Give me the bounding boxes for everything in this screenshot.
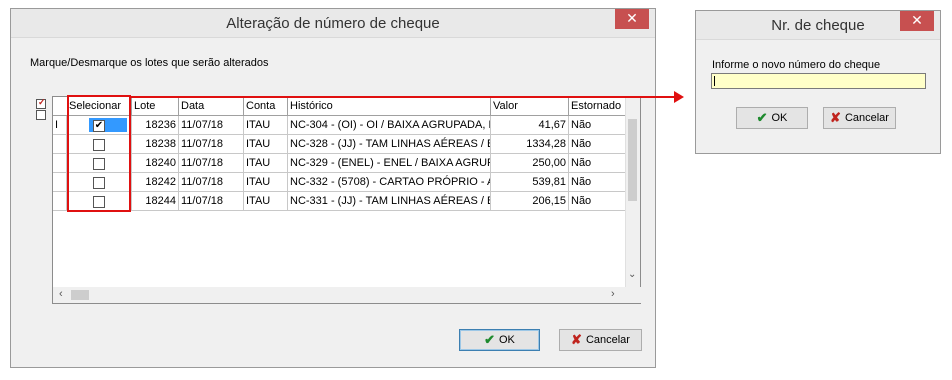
cheque-ok-button[interactable]: ✔ OK (736, 107, 808, 129)
x-icon: ✘ (830, 110, 841, 125)
main-cancel-label: Cancelar (585, 334, 630, 346)
main-ok-button[interactable]: ✔ OK (459, 329, 540, 351)
cheque-cancel-button[interactable]: ✘ Cancelar (823, 107, 896, 129)
cheque-ok-label: OK (771, 112, 788, 124)
main-cancel-button[interactable]: ✘ Cancelar (559, 329, 642, 351)
check-icon: ✔ (756, 110, 768, 125)
text-cursor (714, 76, 715, 86)
x-icon: ✘ (571, 332, 582, 347)
cheque-close-button[interactable]: ✕ (900, 11, 934, 31)
cheque-cancel-label: Cancelar (844, 112, 889, 124)
cheque-number-input[interactable] (711, 73, 926, 89)
check-icon: ✔ (484, 332, 495, 347)
cheque-title-bar: Nr. de cheque ✕ (696, 11, 940, 40)
cheque-prompt-label: Informe o novo número do cheque (712, 59, 881, 71)
close-icon: ✕ (911, 12, 923, 28)
main-ok-label: OK (499, 334, 515, 346)
